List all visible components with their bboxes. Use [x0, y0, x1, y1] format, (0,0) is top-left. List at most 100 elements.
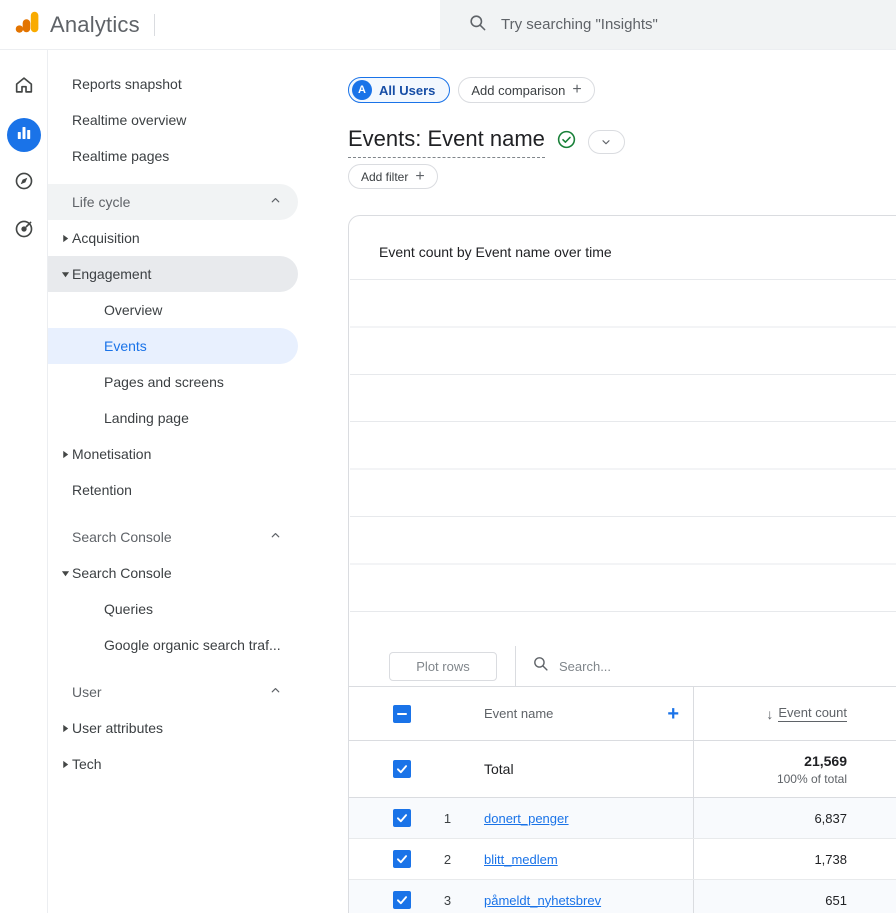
- events-report-card: Event count by Event name over time Plot…: [348, 215, 896, 913]
- google-analytics-logo-icon: [14, 9, 40, 40]
- sidebar-item-google-organic-search-traffic[interactable]: Google organic search traf...: [48, 627, 298, 663]
- chevron-up-icon[interactable]: [269, 684, 282, 700]
- table-row[interactable]: 1 donert_penger 6,837: [349, 798, 896, 839]
- sidebar-section-search-console[interactable]: Search Console: [48, 519, 298, 555]
- sidebar-item-label: Events: [104, 338, 147, 354]
- analytics-logo[interactable]: Analytics: [0, 9, 140, 40]
- event-name-link[interactable]: blitt_medlem: [484, 852, 558, 867]
- check-icon: [395, 762, 409, 776]
- event-count-value: 1,738: [814, 852, 847, 867]
- sidebar-item-tech[interactable]: Tech: [48, 746, 298, 782]
- expand-right-icon[interactable]: [61, 710, 70, 746]
- row-index: 2: [411, 852, 484, 867]
- sidebar-item-label: Retention: [72, 482, 132, 498]
- section-label: Life cycle: [72, 194, 130, 210]
- event-name-link[interactable]: donert_penger: [484, 811, 569, 826]
- expand-right-icon[interactable]: [61, 746, 70, 782]
- check-icon: [395, 893, 409, 907]
- icon-rail: [0, 50, 48, 913]
- chevron-down-icon: [600, 136, 612, 148]
- sidebar-item-label: Reports snapshot: [72, 76, 182, 92]
- expand-right-icon[interactable]: [61, 436, 70, 472]
- sidebar-item-acquisition[interactable]: Acquisition: [48, 220, 298, 256]
- table-total-row: Total 21,569 100% of total: [349, 741, 896, 798]
- sidebar-item-label: Search Console: [72, 565, 172, 581]
- top-app-bar: Analytics: [0, 0, 896, 50]
- sidebar-item-queries[interactable]: Queries: [48, 591, 298, 627]
- sort-descending-icon: ↓: [766, 706, 773, 722]
- chart-gridlines: [350, 279, 896, 612]
- event-name-link[interactable]: påmeldt_nyhetsbrev: [484, 893, 601, 908]
- sidebar-item-monetisation[interactable]: Monetisation: [48, 436, 298, 472]
- sidebar-section-user[interactable]: User: [48, 674, 298, 710]
- sidebar-item-label: Queries: [104, 601, 153, 617]
- topbar-divider: [154, 14, 155, 36]
- row-index: 3: [411, 893, 484, 908]
- global-search-input[interactable]: [501, 16, 831, 33]
- row-checkbox[interactable]: [393, 809, 411, 827]
- expand-right-icon[interactable]: [61, 220, 70, 256]
- row-checkbox[interactable]: [393, 850, 411, 868]
- collapse-down-icon[interactable]: [61, 256, 70, 292]
- sidebar-item-engagement[interactable]: Engagement: [48, 256, 298, 292]
- collapse-down-icon[interactable]: [61, 555, 70, 591]
- rail-item-advertising[interactable]: [7, 214, 41, 248]
- add-filter-chip[interactable]: Add filter +: [348, 164, 438, 189]
- sidebar-item-reports-snapshot[interactable]: Reports snapshot: [48, 66, 298, 102]
- plus-icon: +: [415, 169, 424, 185]
- plot-rows-button[interactable]: Plot rows: [389, 652, 497, 681]
- sidebar-item-retention[interactable]: Retention: [48, 472, 298, 508]
- sidebar-item-landing-page[interactable]: Landing page: [48, 400, 298, 436]
- report-options-dropdown[interactable]: [588, 130, 625, 154]
- indeterminate-mark-icon: [397, 713, 407, 715]
- row-checkbox[interactable]: [393, 891, 411, 909]
- sidebar-item-user-attributes[interactable]: User attributes: [48, 710, 298, 746]
- table-row[interactable]: 3 påmeldt_nyhetsbrev 651: [349, 880, 896, 913]
- sidebar-item-label: Realtime overview: [72, 112, 186, 128]
- row-index: 1: [411, 811, 484, 826]
- rail-item-reports[interactable]: [7, 118, 41, 152]
- rail-item-home[interactable]: [7, 70, 41, 104]
- sidebar-item-overview[interactable]: Overview: [48, 292, 298, 328]
- sidebar-item-pages-and-screens[interactable]: Pages and screens: [48, 364, 298, 400]
- all-users-chip[interactable]: A All Users: [348, 77, 450, 103]
- advertising-icon: [13, 218, 35, 245]
- add-comparison-chip[interactable]: Add comparison +: [458, 77, 594, 103]
- check-icon: [395, 852, 409, 866]
- chart-title: Event count by Event name over time: [379, 244, 612, 260]
- chevron-up-icon[interactable]: [269, 194, 282, 210]
- table-search-input[interactable]: [559, 659, 709, 674]
- sidebar-item-realtime-pages[interactable]: Realtime pages: [48, 138, 298, 174]
- search-icon: [468, 13, 487, 37]
- chevron-up-icon[interactable]: [269, 529, 282, 545]
- section-label: User: [72, 684, 102, 700]
- sidebar-item-label: User attributes: [72, 720, 163, 736]
- data-quality-check-icon[interactable]: [556, 129, 577, 155]
- total-label: Total: [484, 761, 693, 777]
- sidebar-item-label: Overview: [104, 302, 162, 318]
- global-search[interactable]: [440, 0, 896, 49]
- comparison-a-badge: A: [352, 80, 372, 100]
- total-share: 100% of total: [777, 772, 847, 786]
- select-all-checkbox[interactable]: [393, 705, 411, 723]
- table-search[interactable]: [532, 655, 709, 677]
- all-users-label: All Users: [379, 83, 435, 98]
- sidebar-item-label: Monetisation: [72, 446, 151, 462]
- sidebar-item-realtime-overview[interactable]: Realtime overview: [48, 102, 298, 138]
- sidebar-section-life-cycle[interactable]: Life cycle: [48, 184, 298, 220]
- sidebar-item-label: Google organic search traf...: [104, 637, 281, 653]
- table-header-row: Event name + ↓ Event count: [349, 687, 896, 741]
- reports-navigation: Reports snapshot Realtime overview Realt…: [48, 50, 298, 913]
- table-row[interactable]: 2 blitt_medlem 1,738: [349, 839, 896, 880]
- column-header-event-name[interactable]: Event name: [484, 706, 553, 721]
- app-title: Analytics: [50, 12, 140, 38]
- search-icon: [532, 655, 549, 677]
- row-checkbox[interactable]: [393, 760, 411, 778]
- sidebar-item-search-console[interactable]: Search Console: [48, 555, 298, 591]
- add-column-icon[interactable]: +: [667, 704, 679, 724]
- column-header-event-count[interactable]: ↓ Event count: [766, 705, 847, 722]
- page-title[interactable]: Events: Event name: [348, 126, 545, 158]
- event-count-value: 651: [825, 893, 847, 908]
- sidebar-item-events[interactable]: Events: [48, 328, 298, 364]
- rail-item-explore[interactable]: [7, 166, 41, 200]
